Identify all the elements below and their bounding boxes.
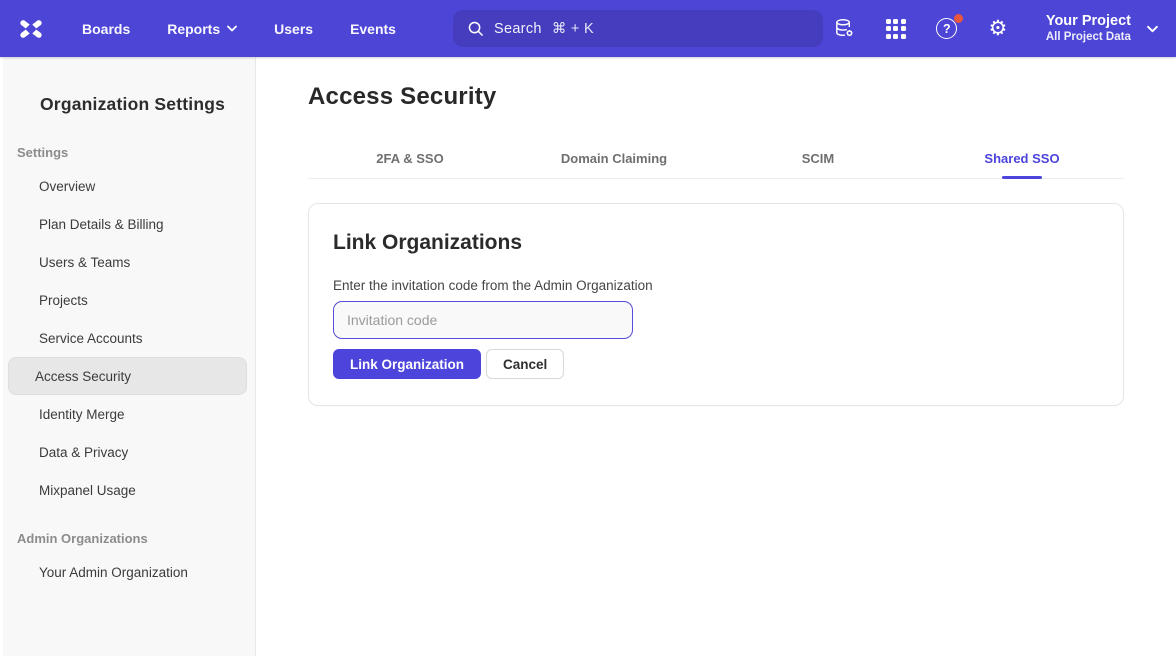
sidebar-item-overview[interactable]: Overview — [8, 167, 247, 205]
sidebar-section-settings-label: Settings — [17, 145, 255, 160]
tab-scim[interactable]: SCIM — [716, 138, 920, 178]
chevron-down-icon — [1147, 25, 1158, 33]
search-input[interactable]: Search ⌘ + K — [453, 10, 823, 47]
sidebar-section-admin-orgs-label: Admin Organizations — [17, 531, 255, 546]
top-nav-actions: ? ⚙ Your Project All Project Data — [833, 12, 1158, 46]
main-content: Access Security 2FA & SSO Domain Claimin… — [256, 57, 1176, 656]
top-nav-bar: Boards Reports Users Events Search ⌘ + K — [0, 0, 1176, 57]
notification-dot — [954, 14, 963, 23]
link-organization-button[interactable]: Link Organization — [333, 349, 481, 379]
data-management-button[interactable] — [833, 17, 857, 41]
gear-icon: ⚙ — [988, 18, 1007, 39]
nav-item-label: Reports — [167, 21, 220, 37]
card-title: Link Organizations — [333, 231, 1099, 255]
nav-item-events[interactable]: Events — [350, 21, 396, 37]
sidebar-item-projects[interactable]: Projects — [8, 281, 247, 319]
page-title: Access Security — [308, 83, 1124, 111]
access-security-tabs: 2FA & SSO Domain Claiming SCIM Shared SS… — [308, 138, 1124, 179]
help-button[interactable]: ? — [935, 17, 959, 41]
project-switcher[interactable]: Your Project All Project Data — [1046, 12, 1158, 46]
card-actions: Link Organization Cancel — [333, 349, 1099, 379]
invitation-code-label: Enter the invitation code from the Admin… — [333, 278, 1099, 293]
chevron-down-icon — [227, 25, 237, 32]
tab-shared-sso[interactable]: Shared SSO — [920, 138, 1124, 178]
sidebar-item-plan-details-billing[interactable]: Plan Details & Billing — [8, 205, 247, 243]
apps-grid-icon — [886, 19, 906, 39]
sidebar-item-mixpanel-usage[interactable]: Mixpanel Usage — [8, 471, 247, 509]
apps-grid-button[interactable] — [884, 17, 908, 41]
primary-nav: Boards Reports Users Events — [82, 21, 396, 37]
database-gear-icon — [833, 17, 856, 40]
invitation-code-input[interactable] — [333, 301, 633, 339]
settings-sidebar: Organization Settings Settings Overview … — [0, 57, 256, 656]
search-icon — [467, 20, 484, 37]
sidebar-item-identity-merge[interactable]: Identity Merge — [8, 395, 247, 433]
nav-item-boards[interactable]: Boards — [82, 21, 130, 37]
search-shortcut: ⌘ + K — [552, 21, 594, 37]
tab-2fa-sso[interactable]: 2FA & SSO — [308, 138, 512, 178]
project-text: Your Project All Project Data — [1046, 12, 1131, 46]
project-name: Your Project — [1046, 12, 1131, 31]
sidebar-item-your-admin-organization[interactable]: Your Admin Organization — [8, 553, 247, 591]
mixpanel-logo-icon[interactable] — [16, 14, 46, 44]
nav-item-label: Events — [350, 21, 396, 37]
project-scope: All Project Data — [1046, 30, 1131, 45]
search-placeholder: Search — [494, 21, 542, 37]
link-organizations-card: Link Organizations Enter the invitation … — [308, 203, 1124, 406]
nav-item-label: Boards — [82, 21, 130, 37]
sidebar-title: Organization Settings — [40, 94, 255, 115]
tab-domain-claiming[interactable]: Domain Claiming — [512, 138, 716, 178]
sidebar-item-access-security[interactable]: Access Security — [8, 357, 247, 395]
sidebar-item-data-privacy[interactable]: Data & Privacy — [8, 433, 247, 471]
nav-item-users[interactable]: Users — [274, 21, 313, 37]
settings-button[interactable]: ⚙ — [986, 17, 1010, 41]
cancel-button[interactable]: Cancel — [486, 349, 564, 379]
nav-item-reports[interactable]: Reports — [167, 21, 237, 37]
sidebar-item-service-accounts[interactable]: Service Accounts — [8, 319, 247, 357]
nav-item-label: Users — [274, 21, 313, 37]
sidebar-item-users-teams[interactable]: Users & Teams — [8, 243, 247, 281]
